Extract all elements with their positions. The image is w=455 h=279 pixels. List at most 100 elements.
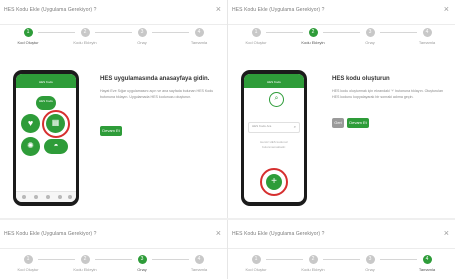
- step-label: Kod Oluştur: [17, 40, 39, 45]
- virus-tile[interactable]: ✺: [21, 137, 40, 156]
- app-bar: HES Kodu: [244, 74, 304, 88]
- dialog-title: HES Kodu Ekle (Uygulama Gerekiyor) ?: [232, 231, 325, 237]
- dialog-title: HES Kodu Ekle (Uygulama Gerekiyor) ?: [4, 231, 97, 237]
- step-1[interactable]: 1 Kod Oluştur: [3, 255, 53, 272]
- instruction-body: HES kodu oluşturmak için ekrandaki '+' b…: [332, 89, 443, 99]
- step-panel-1: HES Kodu Ekle (Uygulama Gerekiyor) ? × 1…: [0, 0, 227, 214]
- step-circle: 1: [251, 28, 261, 37]
- step-label: Kod Oluştur: [17, 267, 39, 272]
- step-label: Onay: [365, 40, 375, 45]
- step-label: Kodu Ekleyin: [301, 40, 325, 45]
- step-circle: 4: [422, 28, 432, 37]
- tab-icon[interactable]: [58, 195, 62, 199]
- step-circle: 4: [194, 28, 204, 37]
- step-4[interactable]: 4 Tamamla: [174, 255, 224, 272]
- stepper: 1 Kod Oluştur 2 Kodu Ekleyin 3 Onay 4 Ta…: [228, 28, 455, 54]
- dialog-title: HES Kodu Ekle (Uygulama Gerekiyor) ?: [232, 7, 325, 13]
- step-label: Kod Oluştur: [245, 267, 267, 272]
- continue-button[interactable]: Devam Et: [100, 126, 122, 136]
- step-label: Kodu Ekleyin: [73, 40, 97, 45]
- empty-state-text: Henüz HES kodunuz bulunmamaktadır.: [260, 140, 288, 149]
- step-circle: 3: [137, 255, 147, 264]
- tab-icon[interactable]: [22, 195, 26, 199]
- phone-screen: HES Kodu HES Kodu ♥ ▦ ✺ ◓: [16, 74, 76, 202]
- hes-code-tile-label: HES Kodu: [38, 99, 53, 103]
- step-circle: 1: [251, 255, 261, 264]
- close-icon[interactable]: ×: [444, 4, 449, 14]
- step-3[interactable]: 3 Onay: [345, 255, 395, 272]
- step-2[interactable]: 2 Kodu Ekleyin: [288, 28, 338, 45]
- app-bar: HES Kodu: [16, 74, 76, 88]
- step-circle: 1: [23, 28, 33, 37]
- instruction-heading: HES uygulamasında anasayfaya gidin.: [100, 76, 210, 82]
- step-circle: 2: [80, 28, 90, 37]
- instruction-body: Hayat Eve Sığar uygulamasını açın ve ana…: [100, 89, 214, 99]
- brand-mark: ⌕: [269, 92, 284, 107]
- dialog-title: HES Kodu Ekle (Uygulama Gerekiyor) ?: [4, 7, 97, 13]
- stepper: 1 Kod Oluştur 2 Kodu Ekleyin 3 Onay 4 Ta…: [0, 28, 227, 54]
- step-label: Tamamla: [190, 267, 208, 272]
- step-circle: 3: [137, 28, 147, 37]
- dialog-header: HES Kodu Ekle (Uygulama Gerekiyor) ? ×: [0, 224, 227, 249]
- tab-icon[interactable]: [46, 195, 50, 199]
- hes-search-input[interactable]: HES Kodu Ara ⌕: [248, 122, 300, 133]
- phone-screen: HES Kodu ⌕ HES Kodu Ara ⌕ Henüz HES kodu…: [244, 74, 304, 202]
- instruction-heading: HES kodu oluşturun: [332, 76, 390, 82]
- step-label: Onay: [137, 40, 147, 45]
- step-1[interactable]: 1 Kod Oluştur: [3, 28, 53, 45]
- continue-button[interactable]: Devam Et: [347, 118, 369, 128]
- phone-tab-bar: [16, 191, 76, 202]
- heart-tile[interactable]: ♥: [21, 114, 40, 133]
- search-placeholder: HES Kodu Ara: [252, 124, 272, 128]
- step-4[interactable]: 4 Tamamla: [402, 255, 452, 272]
- search-icon: ⌕: [293, 124, 296, 129]
- heart-icon: ♥: [27, 118, 34, 128]
- highlight-ring: [260, 168, 288, 196]
- stepper: 1 Kod Oluştur 2 Kodu Ekleyin 3 Onay 4 Ta…: [228, 255, 455, 279]
- step-3[interactable]: 3 Onay: [117, 28, 167, 45]
- step-3[interactable]: 3 Onay: [345, 28, 395, 45]
- dialog-header: HES Kodu Ekle (Uygulama Gerekiyor) ? ×: [0, 0, 227, 25]
- step-label: Tamamla: [190, 40, 208, 45]
- step-2[interactable]: 2 Kodu Ekleyin: [60, 255, 110, 272]
- tab-icon[interactable]: [34, 195, 38, 199]
- step-panel-2: HES Kodu Ekle (Uygulama Gerekiyor) ? × 1…: [228, 0, 455, 214]
- step-1[interactable]: 1 Kod Oluştur: [231, 28, 281, 45]
- back-button[interactable]: Geri: [332, 118, 344, 128]
- step-2[interactable]: 2 Kodu Ekleyin: [288, 255, 338, 272]
- close-icon[interactable]: ×: [216, 4, 221, 14]
- step-panel-4: HES Kodu Ekle (Uygulama Gerekiyor) ? × 1…: [228, 224, 455, 279]
- step-label: Onay: [137, 267, 147, 272]
- step-label: Kodu Ekleyin: [301, 267, 325, 272]
- step-circle: 4: [194, 255, 204, 264]
- step-circle: 3: [365, 28, 375, 37]
- close-icon[interactable]: ×: [216, 228, 221, 238]
- step-circle: 2: [308, 255, 318, 264]
- dialog-header: HES Kodu Ekle (Uygulama Gerekiyor) ? ×: [228, 0, 455, 25]
- instruction-block: HES uygulamasında anasayfaya gidin. Haya…: [100, 76, 218, 100]
- close-icon[interactable]: ×: [444, 228, 449, 238]
- step-1[interactable]: 1 Kod Oluştur: [231, 255, 281, 272]
- step-label: Kod Oluştur: [245, 40, 267, 45]
- phone-mockup: HES Kodu HES Kodu ♥ ▦ ✺ ◓: [13, 70, 79, 206]
- step-3[interactable]: 3 Onay: [117, 255, 167, 272]
- highlight-ring: [42, 110, 70, 138]
- step-4[interactable]: 4 Tamamla: [174, 28, 224, 45]
- dialog-header: HES Kodu Ekle (Uygulama Gerekiyor) ? ×: [228, 224, 455, 249]
- stepper: 1 Kod Oluştur 2 Kodu Ekleyin 3 Onay 4 Ta…: [0, 255, 227, 279]
- step-circle: 1: [23, 255, 33, 264]
- hes-code-tile[interactable]: HES Kodu: [36, 96, 56, 110]
- phone-mockup: HES Kodu ⌕ HES Kodu Ara ⌕ Henüz HES kodu…: [241, 70, 307, 206]
- instruction-block: HES kodu oluşturun HES kodu oluşturmak i…: [332, 76, 448, 100]
- step-circle: 2: [80, 255, 90, 264]
- mask-tile[interactable]: ◓: [44, 139, 68, 154]
- step-panel-3: HES Kodu Ekle (Uygulama Gerekiyor) ? × 1…: [0, 224, 227, 279]
- step-4[interactable]: 4 Tamamla: [402, 28, 452, 45]
- step-circle: 3: [365, 255, 375, 264]
- step-label: Onay: [365, 267, 375, 272]
- search-icon: ⌕: [274, 95, 279, 102]
- tab-icon[interactable]: [68, 195, 72, 199]
- step-circle: 2: [308, 28, 318, 37]
- panel-divider-horizontal: [0, 218, 455, 220]
- step-2[interactable]: 2 Kodu Ekleyin: [60, 28, 110, 45]
